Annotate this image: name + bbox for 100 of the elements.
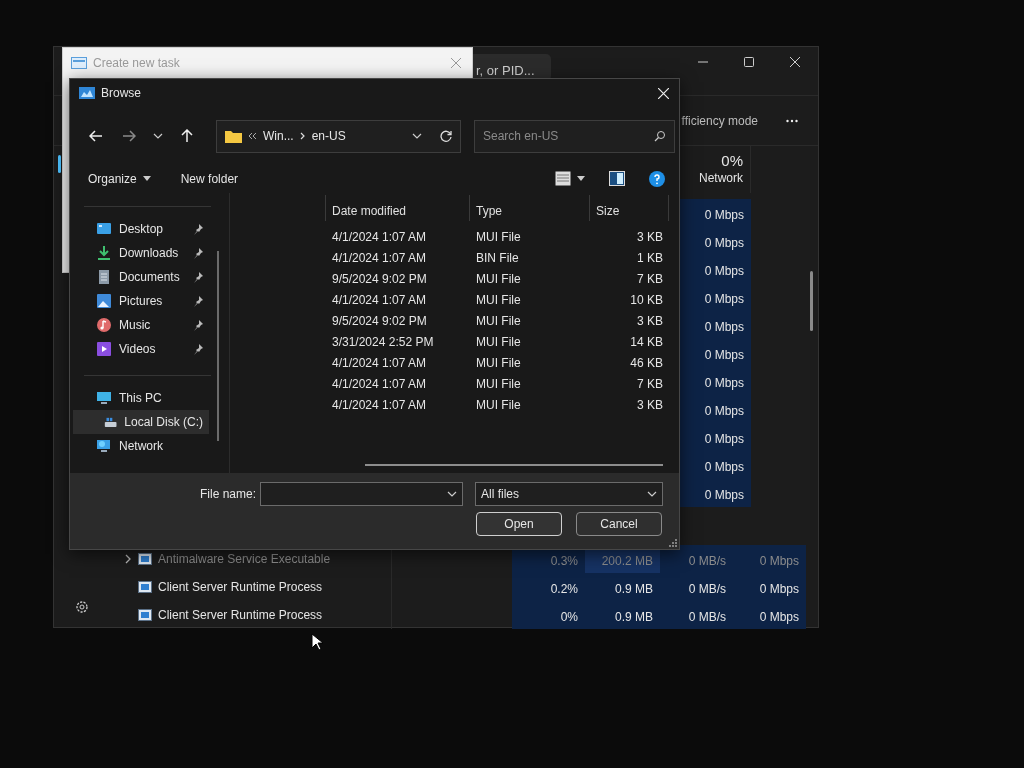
table-cell-text: 14 KB	[629, 333, 663, 351]
overflow-icon[interactable]	[248, 132, 257, 140]
placeholder-text: Search en-US	[483, 128, 559, 145]
nav-item[interactable]: Pictures	[73, 289, 209, 313]
table-cell: 0 Mbps	[678, 395, 751, 423]
network-icon	[96, 438, 112, 454]
command-button[interactable]: New folder	[170, 167, 249, 190]
refresh-icon[interactable]	[440, 130, 452, 142]
nav-item[interactable]: This PC	[73, 386, 209, 410]
settings-icon[interactable]	[74, 599, 90, 615]
caret-icon	[142, 176, 151, 181]
toolbar-button[interactable]: fficiency mode	[681, 111, 758, 130]
app-icon	[138, 609, 152, 621]
table-cell: 0 Mbps	[678, 227, 751, 255]
table-cell: 0 MB/s	[660, 573, 733, 601]
table-cell-text: MUI File	[475, 270, 522, 288]
table-cell-text: 10 KB	[629, 291, 663, 309]
nav-item[interactable]: Downloads	[73, 241, 209, 265]
list-view-icon	[555, 171, 571, 186]
nav-item[interactable]: Local Disk (C:)	[73, 410, 209, 434]
preview-pane-button[interactable]	[609, 171, 625, 186]
up-arrow-icon	[181, 129, 193, 143]
process-name: Antimalware Service Executable	[158, 551, 331, 568]
caret-icon	[153, 131, 163, 141]
table-cell: 0 Mbps	[678, 367, 751, 395]
column-header[interactable]: Size	[590, 195, 669, 221]
view-button[interactable]	[555, 171, 585, 186]
command-button[interactable]: Organize	[78, 167, 161, 190]
nav-item[interactable]: Documents	[73, 265, 209, 289]
process-row[interactable]: Client Server Runtime Process 0% 0.9 MB 0 MB/s 0 Mbps	[110, 601, 818, 629]
table-cell-text: 3 KB	[636, 228, 663, 246]
table-cell-text: BIN File	[475, 249, 520, 267]
table-cell: 0 Mbps	[733, 601, 806, 629]
table-cell: 0 Mbps	[678, 423, 751, 451]
close-icon	[790, 57, 800, 67]
table-cell: 0.9 MB	[585, 573, 660, 601]
table-cell: 0 Mbps	[678, 311, 751, 339]
scrollbar[interactable]	[810, 271, 813, 331]
mouse-pointer-icon	[311, 633, 323, 651]
search-icon	[654, 130, 666, 142]
resize-grip-icon[interactable]	[669, 539, 677, 547]
table-cell-text: 4/1/2024 1:07 AM	[331, 228, 428, 246]
app-icon	[138, 553, 152, 565]
table-cell: 0 Mbps	[678, 255, 751, 283]
table-cell-text: 7 KB	[636, 270, 663, 288]
preview-pane-icon	[609, 171, 625, 186]
breadcrumb[interactable]: Win...	[263, 127, 294, 145]
column-header[interactable]: Date modified	[326, 195, 470, 221]
table-cell-text: MUI File	[475, 228, 522, 246]
table-cell-text: 4/1/2024 1:07 AM	[331, 375, 428, 393]
caret-icon	[577, 176, 585, 181]
table-cell: 0 Mbps	[733, 573, 806, 601]
table-cell-text: MUI File	[475, 375, 522, 393]
scrollbar[interactable]	[365, 464, 663, 466]
dialog-button[interactable]: Open	[476, 512, 562, 536]
help-button[interactable]	[649, 170, 665, 187]
table-cell-text: MUI File	[475, 333, 522, 351]
more-icon	[786, 118, 798, 123]
table-cell-text: 4/1/2024 1:07 AM	[331, 354, 428, 372]
download-icon	[96, 245, 112, 261]
scrollbar[interactable]	[217, 251, 219, 441]
address-bar[interactable]: Win... en-US	[216, 119, 461, 153]
nav-item[interactable]: Network	[73, 434, 209, 458]
table-cell: 0%	[512, 601, 585, 629]
breadcrumb[interactable]: en-US	[311, 127, 346, 145]
close-icon	[657, 87, 669, 99]
document-icon	[96, 269, 112, 285]
help-icon	[649, 170, 665, 187]
forward-arrow-icon	[122, 130, 136, 142]
caret-icon[interactable]	[412, 131, 422, 141]
table-cell: 0 Mbps	[678, 451, 751, 479]
table-cell: 0.2%	[512, 573, 585, 601]
table-cell-text: 4/1/2024 1:07 AM	[331, 291, 428, 309]
search-field[interactable]: Search en-US	[474, 119, 675, 153]
chevron-icon[interactable]	[123, 554, 131, 564]
back-arrow-icon	[89, 130, 103, 142]
table-cell-text: MUI File	[475, 396, 522, 414]
column-header[interactable]: Type	[470, 195, 590, 221]
table-cell: 0 Mbps	[678, 199, 751, 227]
table-cell-text: MUI File	[475, 354, 522, 372]
dialog-button[interactable]: Cancel	[576, 512, 662, 536]
app-icon	[138, 581, 152, 593]
table-cell: 0 MB/s	[660, 545, 733, 573]
nav-item[interactable]: Videos	[73, 337, 209, 361]
file-type-dropdown[interactable]: All files	[475, 482, 663, 506]
table-cell-text: 7 KB	[636, 375, 663, 393]
process-name: Client Server Runtime Process	[158, 607, 323, 624]
nav-item[interactable]: Music	[73, 313, 209, 337]
table-cell: 0 Mbps	[678, 339, 751, 367]
table-cell-text: 3 KB	[636, 396, 663, 414]
caret-icon	[447, 489, 457, 499]
nav-item[interactable]: Desktop	[73, 217, 209, 241]
table-cell: 0 MB/s	[660, 601, 733, 629]
process-row[interactable]: Client Server Runtime Process 0.2% 0.9 MB 0 MB/s 0 Mbps	[110, 573, 818, 601]
table-cell-text: MUI File	[475, 291, 522, 309]
file-name-field[interactable]	[260, 482, 463, 506]
picture-icon	[96, 293, 112, 309]
desktop-icon	[96, 221, 112, 237]
table-cell-text: 3/31/2024 2:52 PM	[331, 333, 435, 351]
table-cell-text: 4/1/2024 1:07 AM	[331, 249, 428, 267]
